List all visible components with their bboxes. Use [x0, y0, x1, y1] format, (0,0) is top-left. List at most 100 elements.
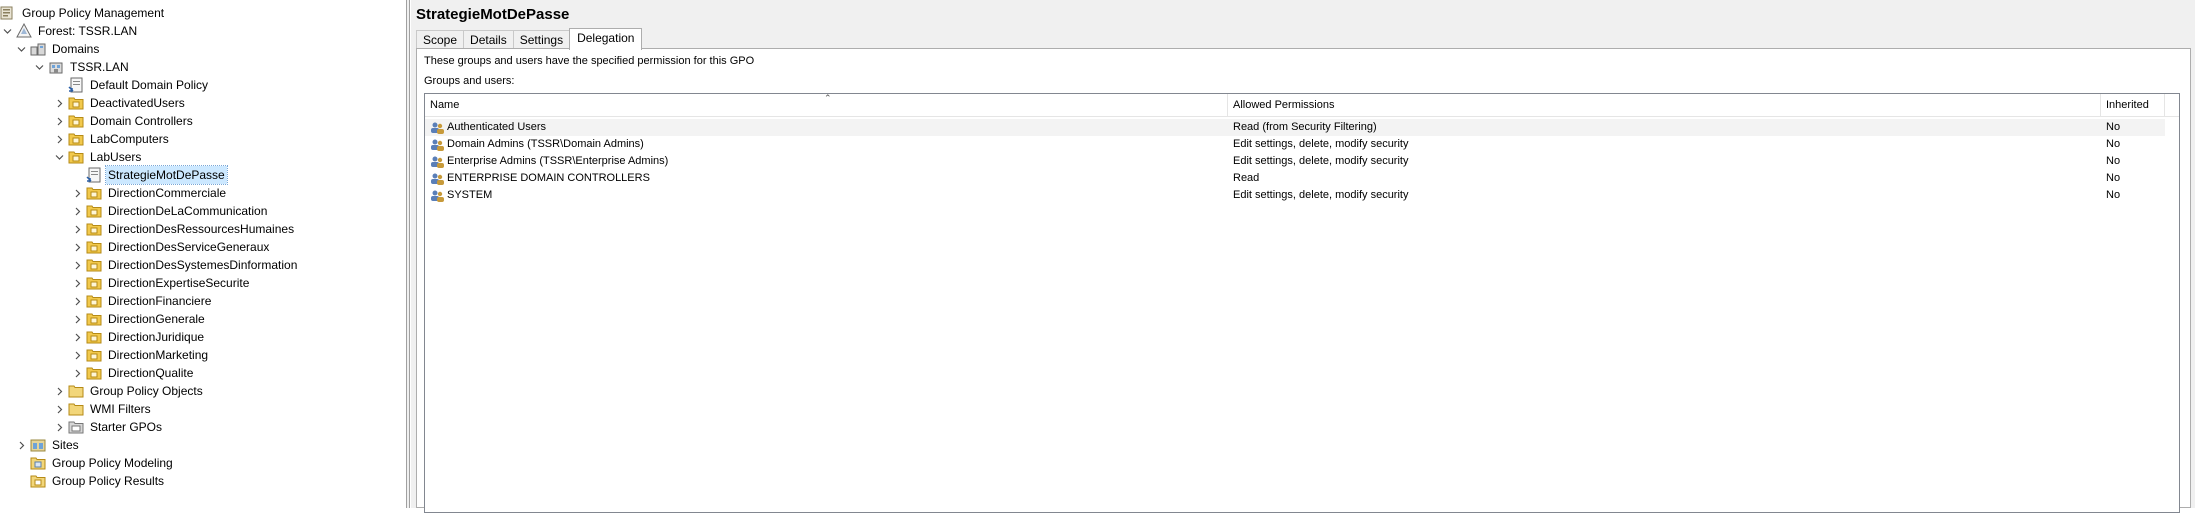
tree-item-group-policy-objects[interactable]: Group Policy Objects — [52, 382, 205, 400]
tree-item-label: DirectionCommerciale — [108, 186, 227, 200]
tree-item-label: DirectionGenerale — [108, 312, 205, 326]
tab-details[interactable]: Details — [463, 30, 514, 49]
tree-item-ou-deactivatedusers[interactable]: DeactivatedUsers — [52, 94, 187, 112]
tree-item-strategiemotdepasse[interactable]: StrategieMotDePasse — [70, 165, 228, 185]
ou-icon — [68, 151, 84, 164]
tree-item-label: Default Domain Policy — [90, 78, 209, 92]
ou-icon — [86, 241, 102, 254]
tree-item-label: DirectionMarketing — [108, 348, 209, 362]
row-permission: Edit settings, delete, modify security — [1233, 189, 1409, 201]
domain-icon — [49, 62, 63, 74]
chevron-down-icon[interactable] — [14, 40, 28, 58]
tree-item-ou-directiondelacommunication[interactable]: DirectionDeLaCommunication — [70, 202, 269, 220]
tree-item-ou-directiondesservicegeneraux[interactable]: DirectionDesServiceGeneraux — [70, 238, 271, 256]
tree-item-ou-directiondesressourceshumaines[interactable]: DirectionDesRessourcesHumaines — [70, 220, 296, 238]
tab-delegation[interactable]: Delegation — [569, 28, 643, 50]
chevron-right-icon[interactable] — [70, 256, 84, 274]
chevron-right-icon[interactable] — [52, 130, 66, 148]
tree-item-ou-directionjuridique[interactable]: DirectionJuridique — [70, 328, 206, 346]
row-permission: Read — [1233, 172, 1260, 184]
tree-item-ou-directionqualite[interactable]: DirectionQualite — [70, 364, 195, 382]
permissions-list[interactable]: Name ⌃ Allowed Permissions Inherited Aut… — [424, 93, 2180, 513]
row-inherited: No — [2106, 189, 2121, 201]
ou-icon — [86, 349, 102, 362]
tree-item-forest[interactable]: Forest: TSSR.LAN — [0, 22, 139, 40]
tree-item-group-policy-results[interactable]: Group Policy Results — [14, 472, 166, 490]
tree-item-label: TSSR.LAN — [70, 60, 129, 74]
chevron-right-icon[interactable] — [52, 94, 66, 112]
tree-item-label: DirectionDesSystemesDinformation — [108, 258, 298, 272]
ou-icon — [86, 187, 102, 200]
chevron-right-icon[interactable] — [70, 310, 84, 328]
domains-icon — [30, 43, 46, 56]
chevron-right-icon[interactable] — [70, 220, 84, 238]
tree-item-sites[interactable]: Sites — [14, 436, 81, 454]
ou-icon — [86, 367, 102, 380]
forest-icon — [16, 23, 32, 38]
ou-icon — [86, 205, 102, 218]
tree-item-starter-gpos[interactable]: Starter GPOs — [52, 418, 164, 436]
chevron-down-icon[interactable] — [52, 148, 66, 166]
user-group-icon — [431, 156, 444, 168]
chevron-right-icon[interactable] — [52, 112, 66, 130]
chevron-down-icon[interactable] — [32, 58, 46, 76]
tree-item-group-policy-management[interactable]: Group Policy Management — [0, 4, 166, 22]
row-inherited: No — [2106, 138, 2121, 150]
tree-item-ou-directiondessystemesdinformation[interactable]: DirectionDesSystemesDinformation — [70, 256, 299, 274]
chevron-right-icon[interactable] — [52, 400, 66, 418]
table-row[interactable]: Authenticated Users Read (from Security … — [425, 119, 2165, 136]
table-row[interactable]: Enterprise Admins (TSSR\Enterprise Admin… — [425, 153, 2165, 170]
tree-item-default-domain-policy[interactable]: Default Domain Policy — [52, 76, 210, 94]
chevron-right-icon[interactable] — [70, 364, 84, 382]
list-header: Name ⌃ Allowed Permissions Inherited — [425, 94, 2179, 117]
chevron-right-icon[interactable] — [70, 292, 84, 310]
chevron-right-icon[interactable] — [70, 238, 84, 256]
chevron-right-icon[interactable] — [70, 274, 84, 292]
user-group-icon — [431, 122, 444, 134]
tree-item-ou-domain-controllers[interactable]: Domain Controllers — [52, 112, 195, 130]
tree-item-wmi-filters[interactable]: WMI Filters — [52, 400, 153, 418]
table-row[interactable]: SYSTEM Edit settings, delete, modify sec… — [425, 187, 2165, 204]
tree-item-ou-directionexpertisesecurite[interactable]: DirectionExpertiseSecurite — [70, 274, 251, 292]
chevron-right-icon[interactable] — [52, 418, 66, 436]
tree-item-label: StrategieMotDePasse — [105, 165, 228, 185]
tree-item-label: Sites — [52, 438, 79, 452]
modeling-icon — [30, 457, 46, 470]
chevron-right-icon[interactable] — [14, 436, 28, 454]
chevron-right-icon[interactable] — [70, 328, 84, 346]
tree-item-label: Group Policy Results — [52, 474, 165, 488]
chevron-down-icon[interactable] — [0, 22, 14, 40]
tree-item-ou-directionmarketing[interactable]: DirectionMarketing — [70, 346, 210, 364]
tree-item-ou-directioncommerciale[interactable]: DirectionCommerciale — [70, 184, 228, 202]
tree-item-label: Domain Controllers — [90, 114, 193, 128]
delegation-description: These groups and users have the specifie… — [424, 55, 755, 67]
delegation-panel: These groups and users have the specifie… — [416, 48, 2191, 513]
ou-icon — [86, 295, 102, 308]
tree-item-ou-labcomputers[interactable]: LabComputers — [52, 130, 171, 148]
row-permission: Edit settings, delete, modify security — [1233, 138, 1409, 150]
tree-item-ou-directiongenerale[interactable]: DirectionGenerale — [70, 310, 207, 328]
tree-item-ou-labusers[interactable]: LabUsers — [52, 148, 143, 166]
tree-item-group-policy-modeling[interactable]: Group Policy Modeling — [14, 454, 175, 472]
table-row[interactable]: Domain Admins (TSSR\Domain Admins) Edit … — [425, 136, 2165, 153]
row-inherited: No — [2106, 155, 2121, 167]
gpo-link-icon — [68, 77, 83, 93]
tree-item-label: Group Policy Modeling — [52, 456, 173, 470]
table-row[interactable]: ENTERPRISE DOMAIN CONTROLLERS Read No — [425, 170, 2165, 187]
row-name: Authenticated Users — [447, 121, 547, 133]
tab-settings[interactable]: Settings — [512, 30, 571, 49]
column-header-inherited[interactable]: Inherited — [2101, 94, 2165, 116]
tree-item-label: DirectionDesRessourcesHumaines — [108, 222, 295, 236]
column-header-allowed-permissions[interactable]: Allowed Permissions — [1228, 94, 2101, 116]
chevron-right-icon[interactable] — [70, 184, 84, 202]
pane-splitter[interactable] — [406, 0, 410, 508]
chevron-right-icon[interactable] — [52, 382, 66, 400]
chevron-right-icon[interactable] — [70, 346, 84, 364]
tree-item-domain-tssr[interactable]: TSSR.LAN — [32, 58, 131, 76]
chevron-right-icon[interactable] — [70, 202, 84, 220]
ou-icon — [68, 115, 84, 128]
tree-item-domains[interactable]: Domains — [14, 40, 101, 58]
tree-item-ou-directionfinanciere[interactable]: DirectionFinanciere — [70, 292, 213, 310]
ou-icon — [86, 313, 102, 326]
tab-scope[interactable]: Scope — [416, 30, 465, 49]
